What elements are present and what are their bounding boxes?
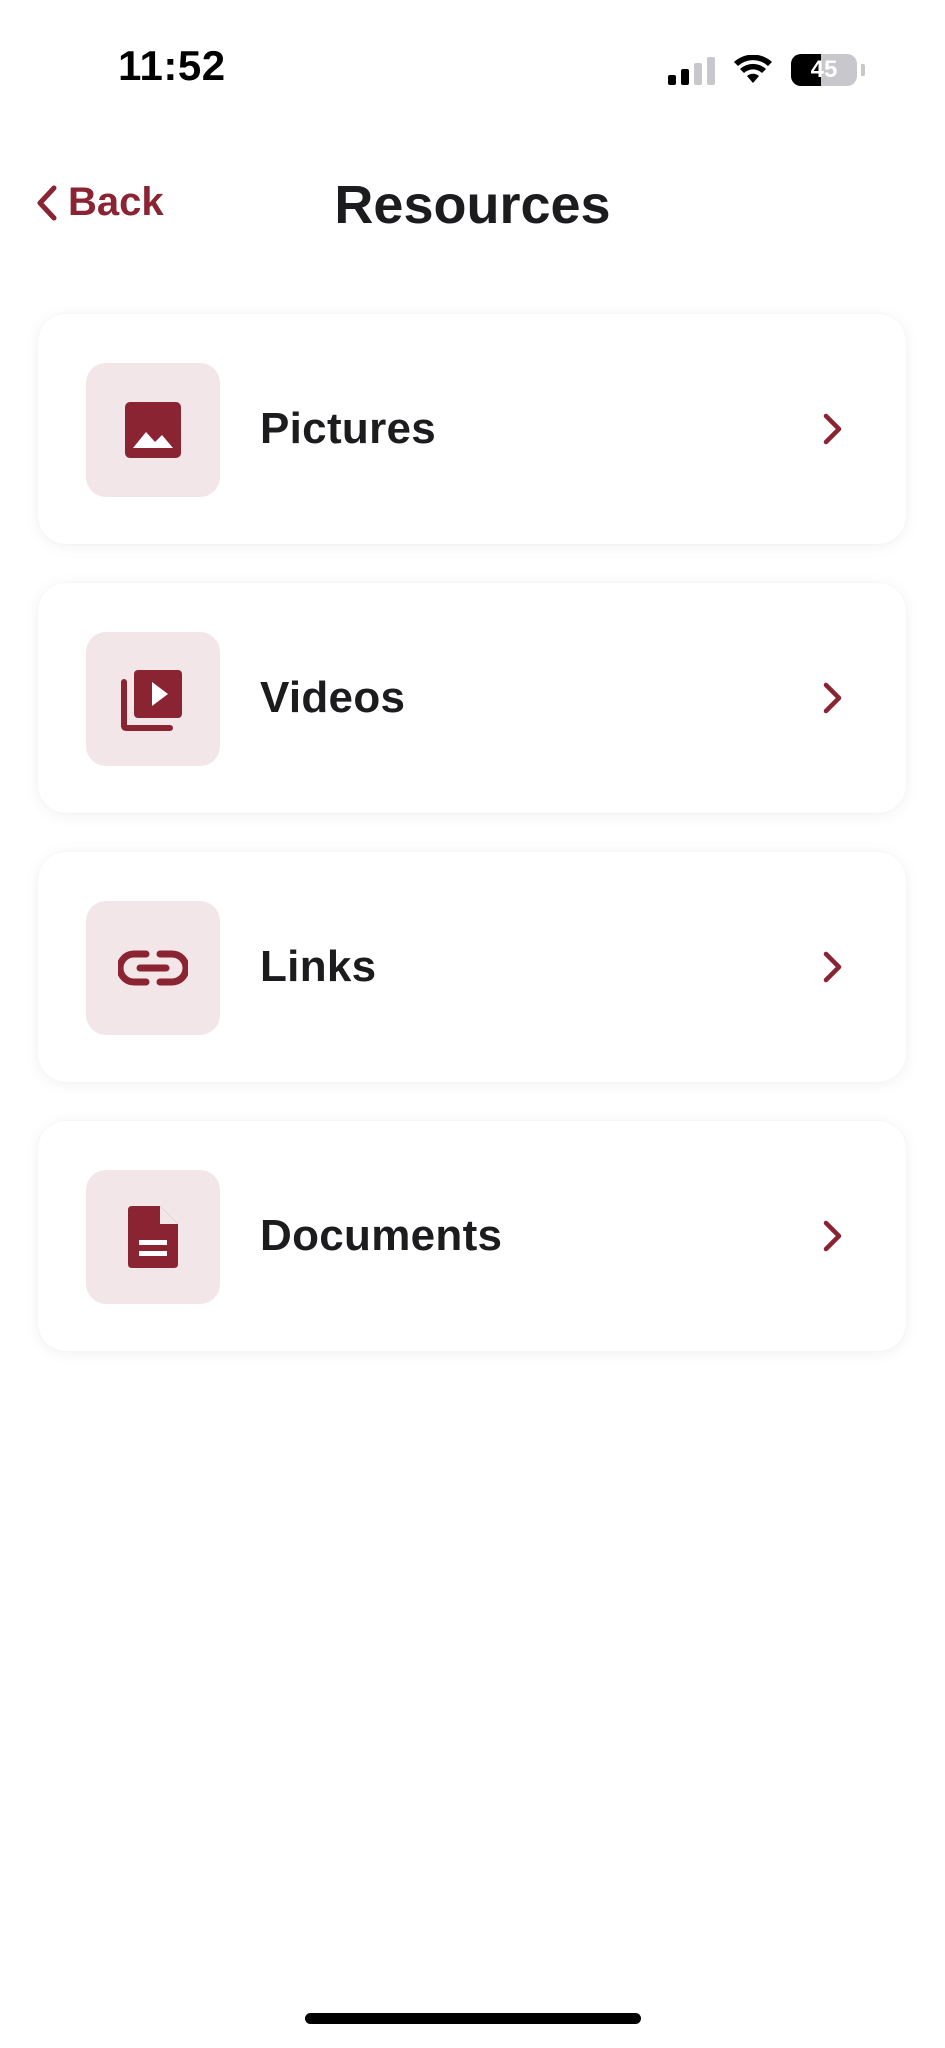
video-library-icon bbox=[121, 670, 182, 731]
chevron-right-icon bbox=[823, 1220, 842, 1252]
icon-container bbox=[86, 901, 220, 1035]
battery-tip bbox=[861, 64, 865, 76]
image-icon bbox=[125, 402, 181, 458]
status-bar: 11:52 45 bbox=[0, 0, 945, 140]
icon-container bbox=[86, 632, 220, 766]
chevron-right-icon bbox=[823, 682, 842, 714]
resource-item-videos[interactable]: Videos bbox=[38, 583, 906, 813]
home-indicator[interactable] bbox=[305, 2013, 641, 2024]
chevron-right-icon bbox=[823, 951, 842, 983]
icon-container bbox=[86, 1170, 220, 1304]
battery-level: 45 bbox=[810, 56, 838, 83]
resource-list: Pictures Videos Links Documents bbox=[38, 314, 906, 1390]
status-icons: 45 bbox=[668, 52, 865, 88]
resource-item-documents[interactable]: Documents bbox=[38, 1121, 906, 1351]
resource-item-label: Documents bbox=[260, 1211, 503, 1260]
resource-item-label: Pictures bbox=[260, 404, 437, 453]
resource-item-label: Links bbox=[260, 942, 377, 991]
icon-container bbox=[86, 363, 220, 497]
resource-item-pictures[interactable]: Pictures bbox=[38, 314, 906, 544]
document-icon bbox=[128, 1206, 178, 1268]
resource-item-label: Videos bbox=[260, 673, 406, 722]
cellular-signal-icon bbox=[668, 55, 715, 85]
status-time: 11:52 bbox=[118, 42, 226, 89]
chevron-right-icon bbox=[823, 413, 842, 445]
page-title: Resources bbox=[334, 175, 611, 235]
resource-item-links[interactable]: Links bbox=[38, 852, 906, 1082]
link-icon bbox=[118, 950, 188, 986]
navigation-bar: Back Resources bbox=[0, 150, 945, 260]
battery-icon: 45 bbox=[791, 54, 857, 86]
wifi-icon bbox=[734, 55, 772, 83]
